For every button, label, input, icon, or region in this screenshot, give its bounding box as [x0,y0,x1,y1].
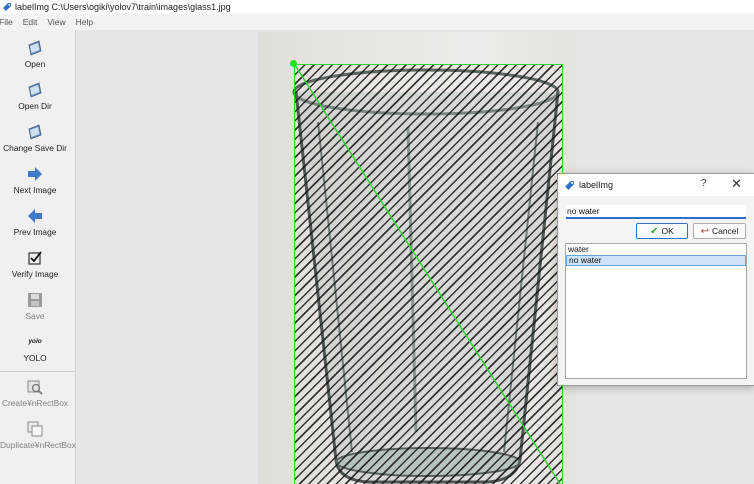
open-dir-button[interactable]: Open Dir [0,81,70,111]
arrow-left-icon [28,209,42,223]
dialog-titlebar: labelImg ? ✕ [558,174,754,196]
open-file-icon [28,40,42,56]
cancel-label: Cancel [711,226,739,236]
save-disk-icon [28,293,42,307]
cancel-button[interactable]: ↩ Cancel [693,223,746,239]
menubar: File Edit View Help [0,14,754,30]
check-icon: ✔ [650,225,659,237]
bounding-box[interactable] [294,64,563,484]
left-toolbar: Open Open Dir Change Save Dir Next Image… [0,30,76,484]
open-label: Open [24,59,46,69]
menu-help[interactable]: Help [76,17,93,27]
yolo-format-button[interactable]: yolo YOLO [0,333,70,363]
prev-image-button[interactable]: Prev Image [0,207,70,237]
prev-image-label: Prev Image [13,227,57,237]
change-save-dir-button[interactable]: Change Save Dir [0,123,70,153]
label-list[interactable]: water no water [565,243,747,379]
arrow-right-icon [28,167,42,181]
window-title: labelImg C:\Users\ogiki\yolov7\train\ima… [15,2,231,12]
create-rectbox-label: Create¥nRectBox [1,398,69,408]
undo-arrow-icon: ↩ [700,225,709,237]
verify-image-button[interactable]: Verify Image [0,249,70,279]
create-rectbox-icon [27,380,43,395]
menu-edit[interactable]: Edit [23,17,38,27]
window-titlebar: labelImg C:\Users\ogiki\yolov7\train\ima… [0,0,754,14]
bbox-diagonal [295,65,561,484]
yolo-label: YOLO [23,353,47,363]
checkbox-icon [28,251,42,265]
create-rectbox-button[interactable]: Create¥nRectBox [0,378,70,408]
bbox-corner-handle[interactable] [290,60,297,67]
menu-view[interactable]: View [47,17,65,27]
toolbar-separator [0,371,75,372]
change-save-dir-label: Change Save Dir [3,143,67,153]
ok-label: OK [661,226,674,236]
close-icon[interactable]: ✕ [731,176,742,192]
dialog-title: labelImg [579,180,614,190]
menu-file[interactable]: File [0,17,13,27]
next-image-label: Next Image [13,185,57,195]
duplicate-icon [27,421,43,437]
labelimg-app-icon [3,3,11,11]
open-button[interactable]: Open [0,39,70,69]
duplicate-rectbox-button[interactable]: Duplicate¥nRectBox [0,420,76,450]
save-button[interactable]: Save [0,291,70,321]
list-item-water[interactable]: water [566,244,746,255]
list-item-no-water[interactable]: no water [566,255,746,266]
verify-image-label: Verify Image [11,269,59,279]
label-dialog: labelImg ? ✕ ✔ OK ↩ Cancel water no wate… [557,173,754,386]
label-input[interactable] [566,205,746,219]
save-label: Save [25,311,45,321]
duplicate-rectbox-label: Duplicate¥nRectBox [0,440,76,450]
ok-button[interactable]: ✔ OK [636,223,688,239]
labelimg-dialog-icon [565,181,574,190]
yolo-icon: yolo [28,338,42,345]
open-dir-label: Open Dir [18,101,52,111]
open-dir-icon [28,82,42,98]
change-save-dir-icon [28,124,42,140]
help-icon[interactable]: ? [701,178,707,189]
next-image-button[interactable]: Next Image [0,165,70,195]
